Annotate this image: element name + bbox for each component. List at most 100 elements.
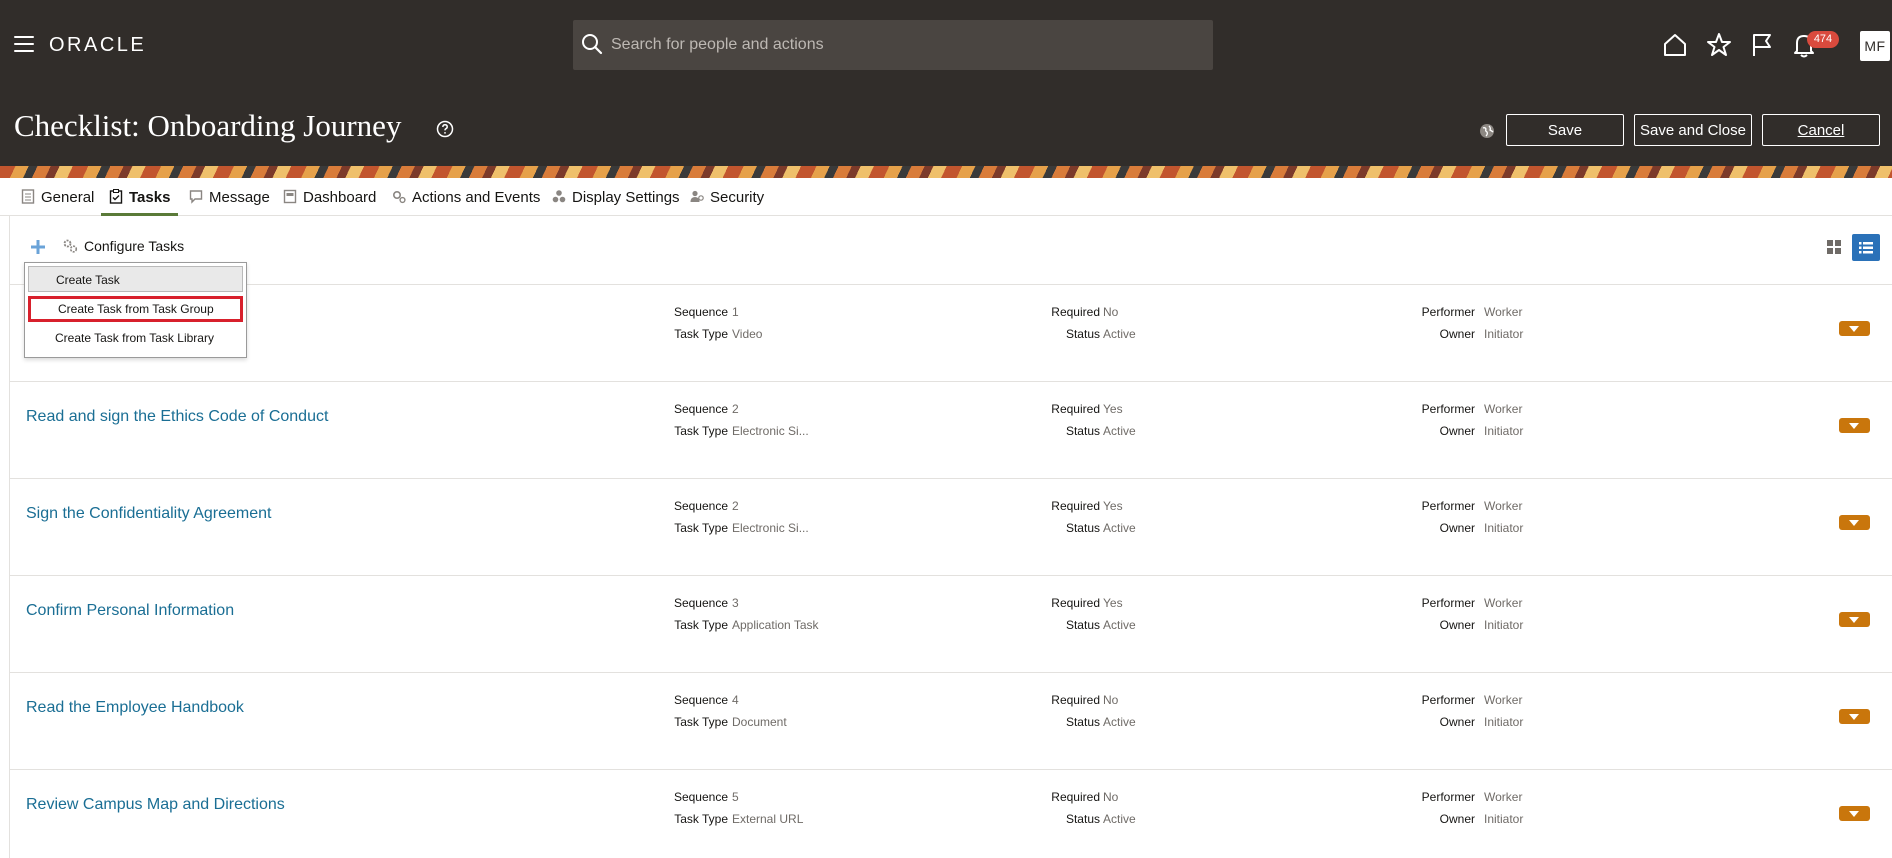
owner-label: Owner <box>1439 521 1475 535</box>
sequence-label: Sequence <box>673 693 728 707</box>
task-row: Review Campus Map and Directions Sequenc… <box>10 770 1892 858</box>
status-value: Active <box>1103 715 1136 729</box>
task-row: Read and sign the Ethics Code of Conduct… <box>10 382 1892 479</box>
search-input[interactable] <box>611 20 1201 70</box>
task-type-label: Task Type <box>674 618 728 632</box>
required-value: Yes <box>1103 499 1123 513</box>
row-actions-menu-button[interactable] <box>1839 806 1870 821</box>
task-name-link[interactable]: Read and sign the Ethics Code of Conduct <box>26 408 328 426</box>
cancel-button[interactable]: Cancel <box>1762 114 1880 146</box>
page-header: Checklist: Onboarding Journey Save Save … <box>0 90 1892 166</box>
tab-general[interactable]: General <box>21 186 94 216</box>
tab-security[interactable]: Security <box>690 186 764 216</box>
task-name-link[interactable]: Read the Employee Handbook <box>26 699 244 717</box>
sequence-label: Sequence <box>673 499 728 513</box>
row-actions-menu-button[interactable] <box>1839 709 1870 724</box>
save-button[interactable]: Save <box>1506 114 1624 146</box>
sequence-value: 4 <box>732 693 739 707</box>
task-name-link[interactable]: Sign the Confidentiality Agreement <box>26 505 271 523</box>
home-icon[interactable] <box>1660 30 1690 60</box>
performer-value: Worker <box>1484 790 1523 804</box>
row-actions-menu-button[interactable] <box>1839 515 1870 530</box>
user-avatar[interactable]: MF <box>1860 31 1890 61</box>
tab-tasks-label: Tasks <box>129 189 171 206</box>
performer-label: Performer <box>1421 305 1475 319</box>
menu-item-create-task-from-task-group[interactable]: Create Task from Task Group <box>28 296 243 322</box>
sequence-value: 5 <box>732 790 739 804</box>
status-value: Active <box>1103 521 1136 535</box>
tab-dashboard[interactable]: Dashboard <box>283 186 376 216</box>
menu-item-create-task[interactable]: Create Task <box>28 266 243 292</box>
task-type-label: Task Type <box>674 812 728 826</box>
tab-security-label: Security <box>710 189 765 206</box>
owner-value: Initiator <box>1484 715 1524 729</box>
message-bubble-icon <box>189 190 203 204</box>
performer-label: Performer <box>1421 790 1475 804</box>
display-settings-icon <box>552 190 566 203</box>
tab-tasks[interactable]: Tasks <box>101 186 179 216</box>
task-type-label: Task Type <box>674 327 728 341</box>
performer-value: Worker <box>1484 499 1523 513</box>
task-type-label: Task Type <box>674 424 728 438</box>
task-type-value: Video <box>732 327 763 341</box>
owner-label: Owner <box>1439 715 1475 729</box>
help-icon[interactable] <box>436 120 454 138</box>
owner-value: Initiator <box>1484 424 1524 438</box>
sequence-label: Sequence <box>673 402 728 416</box>
tab-dashboard-label: Dashboard <box>303 189 377 206</box>
flag-icon[interactable] <box>1747 30 1777 60</box>
sequence-value: 2 <box>732 499 739 513</box>
list-view-button[interactable] <box>1852 234 1880 261</box>
global-search <box>573 20 1213 70</box>
required-label: Required <box>1051 402 1100 416</box>
task-row: Sequence 1 Task Type Video Required No S… <box>10 285 1892 382</box>
performer-label: Performer <box>1421 596 1475 610</box>
tab-display-settings[interactable]: Display Settings <box>552 186 680 216</box>
status-label: Status <box>1065 618 1100 632</box>
row-actions-menu-button[interactable] <box>1839 321 1870 336</box>
task-type-value: Application Task <box>732 618 819 632</box>
task-name-link[interactable]: Confirm Personal Information <box>26 602 234 620</box>
row-actions-menu-button[interactable] <box>1839 612 1870 627</box>
required-value: Yes <box>1103 596 1123 610</box>
owner-label: Owner <box>1439 618 1475 632</box>
required-value: No <box>1103 305 1119 319</box>
task-row: Confirm Personal Information Sequence 3 … <box>10 576 1892 673</box>
task-type-value: Electronic Si... <box>732 424 809 438</box>
performer-label: Performer <box>1421 499 1475 513</box>
menu-icon[interactable] <box>14 36 34 52</box>
sequence-label: Sequence <box>673 596 728 610</box>
oracle-logo[interactable]: ORACLE <box>49 34 146 57</box>
global-header: ORACLE 474 MF <box>0 0 1892 90</box>
status-value: Active <box>1103 424 1136 438</box>
task-type-value: Document <box>732 715 787 729</box>
menu-item-create-task-from-task-library[interactable]: Create Task from Task Library <box>28 325 243 351</box>
grid-view-icon[interactable] <box>1823 236 1845 258</box>
tab-message[interactable]: Message <box>189 186 270 216</box>
dashboard-icon <box>283 189 297 204</box>
required-value: No <box>1103 693 1119 707</box>
tab-display-settings-label: Display Settings <box>572 189 680 206</box>
task-name-link[interactable]: Review Campus Map and Directions <box>26 796 285 814</box>
sequence-value: 1 <box>732 305 739 319</box>
performer-value: Worker <box>1484 402 1523 416</box>
cancel-button-label: Cancel <box>1797 121 1845 139</box>
row-actions-menu-button[interactable] <box>1839 418 1870 433</box>
required-label: Required <box>1051 693 1100 707</box>
configure-tasks-label: Configure Tasks <box>84 238 185 254</box>
globe-icon[interactable] <box>1479 123 1495 139</box>
status-label: Status <box>1065 812 1100 826</box>
configure-tasks-button[interactable]: Configure Tasks <box>62 238 184 254</box>
required-label: Required <box>1051 499 1100 513</box>
sequence-value: 3 <box>732 596 739 610</box>
owner-label: Owner <box>1439 812 1475 826</box>
add-task-plus-icon[interactable] <box>29 238 47 256</box>
tab-actions-and-events[interactable]: Actions and Events <box>392 186 540 216</box>
performer-value: Worker <box>1484 305 1523 319</box>
performer-label: Performer <box>1421 693 1475 707</box>
save-and-close-button[interactable]: Save and Close <box>1634 114 1752 146</box>
task-type-label: Task Type <box>674 521 728 535</box>
favorites-star-icon[interactable] <box>1704 30 1734 60</box>
required-value: No <box>1103 790 1119 804</box>
checklist-tabs: General Tasks Message Dashboard Actions … <box>0 178 1892 216</box>
